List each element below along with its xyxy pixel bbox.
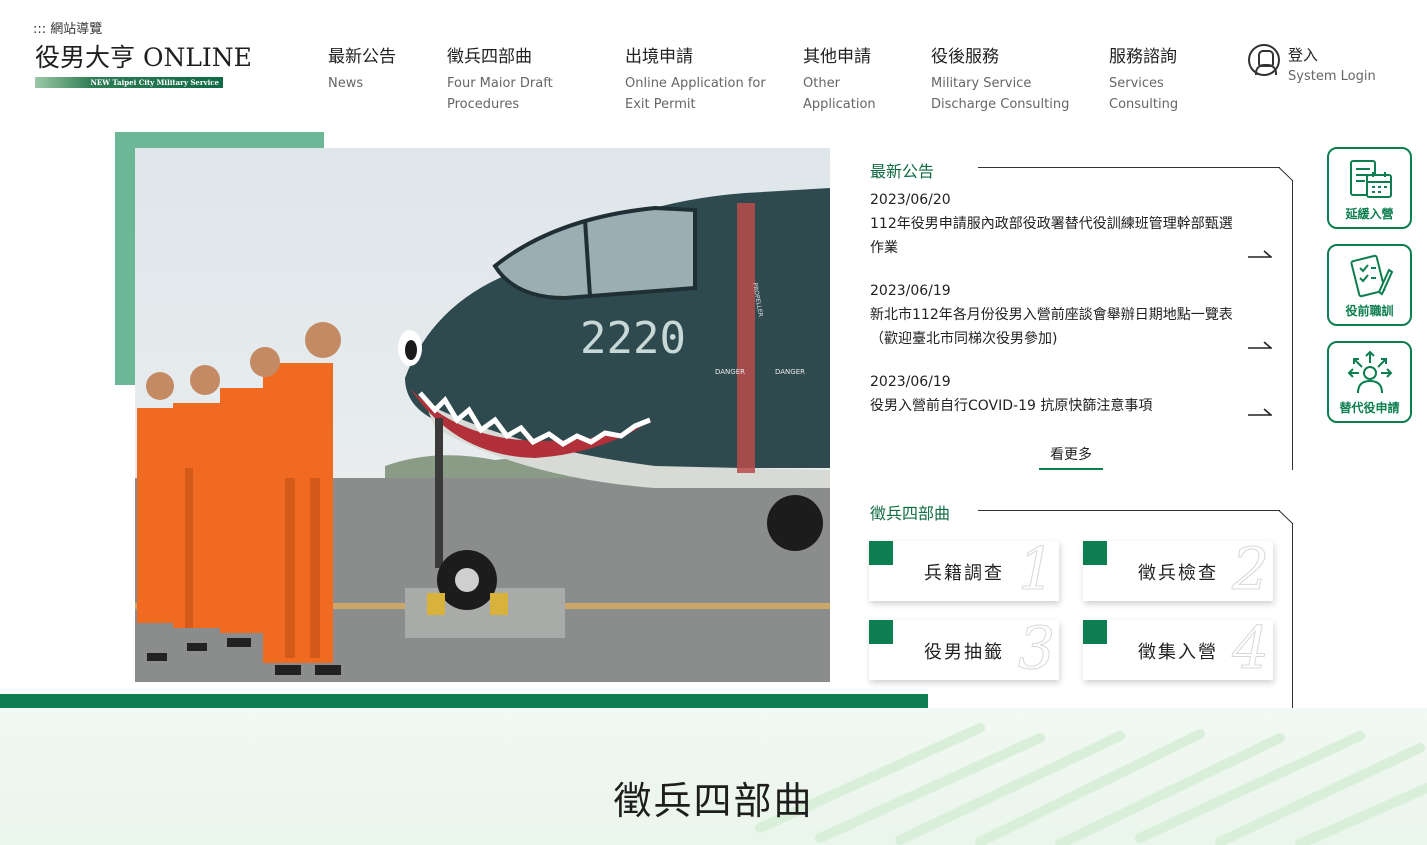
step-card-enlistment-survey[interactable]: 1 兵籍調查 bbox=[869, 535, 1059, 603]
user-icon bbox=[1248, 44, 1280, 76]
nav-label: 最新公告 bbox=[328, 47, 396, 67]
steps-panel-side-line bbox=[1292, 523, 1293, 709]
logo-subtitle: NEW Taipei City Military Service bbox=[35, 77, 223, 88]
step-number: 3 bbox=[1018, 614, 1056, 682]
news-panel-corner bbox=[1279, 167, 1293, 181]
quick-link-defer-enlistment[interactable]: 延緩入營 bbox=[1327, 147, 1412, 229]
nav-item-discharge-service[interactable]: 役後服務 Military Service Discharge Consulti… bbox=[931, 42, 1076, 115]
section-heading-draft-procedures: 徵兵四部曲 bbox=[613, 779, 814, 823]
login-label: 登入 bbox=[1288, 46, 1319, 64]
nav-sublabel: Four Maior Draft Procedures bbox=[447, 76, 553, 112]
hero-photo: 2220 DANGER DANGER PROPELLER bbox=[135, 148, 830, 682]
step-number: 2 bbox=[1232, 535, 1270, 603]
checklist-pen-icon bbox=[1349, 254, 1393, 298]
news-item[interactable]: 2023/06/19 新北市112年各月份役男入營前座談會舉辦日期地點一覽表（歡… bbox=[870, 283, 1280, 351]
news-panel-side-line bbox=[1292, 180, 1293, 470]
nav-label: 徵兵四部曲 bbox=[447, 47, 532, 67]
quick-link-label: 替代役申請 bbox=[1339, 401, 1400, 415]
steps-panel-corner bbox=[1279, 510, 1293, 524]
nav-sublabel: Services Consulting bbox=[1109, 76, 1179, 112]
news-date: 2023/06/19 bbox=[870, 374, 951, 390]
plane-number: 2220 bbox=[580, 313, 686, 364]
arrow-right-icon bbox=[1248, 341, 1272, 349]
plane-danger-mark: DANGER bbox=[715, 368, 745, 376]
step-label: 役男抽籤 bbox=[924, 642, 1004, 663]
news-title: 112年役男申請服內政部役政署替代役訓練班管理幹部甄選作業 bbox=[870, 216, 1233, 256]
nav-item-services-consulting[interactable]: 服務諮詢 Services Consulting bbox=[1109, 42, 1199, 115]
nav-label: 其他申請 bbox=[803, 47, 871, 67]
nav-label: 役後服務 bbox=[931, 47, 999, 67]
arrow-right-icon bbox=[1248, 408, 1272, 416]
step-marker bbox=[869, 620, 893, 644]
login-sublabel: System Login bbox=[1288, 69, 1376, 84]
quick-link-pre-service-training[interactable]: 役前職訓 bbox=[1327, 244, 1412, 326]
login-button[interactable]: 登入 System Login bbox=[1248, 44, 1376, 84]
news-date: 2023/06/20 bbox=[870, 192, 951, 208]
step-card-physical-exam[interactable]: 2 徵兵檢查 bbox=[1083, 535, 1273, 603]
nav-item-draft-procedures[interactable]: 徵兵四部曲 Four Maior Draft Procedures bbox=[447, 42, 577, 115]
step-marker bbox=[1083, 541, 1107, 565]
nav-sublabel: Online Application for Exit Permit bbox=[625, 76, 766, 112]
nav-sublabel: Military Service Discharge Consulting bbox=[931, 76, 1070, 112]
calendar-document-icon bbox=[1349, 160, 1392, 198]
news-item[interactable]: 2023/06/19 役男入營前自行COVID-19 抗原快篩注意事項 bbox=[870, 374, 1280, 418]
news-panel-top-line bbox=[978, 167, 1280, 168]
step-card-enlistment[interactable]: 4 徵集入營 bbox=[1083, 614, 1273, 682]
nav-sublabel: News bbox=[328, 76, 364, 91]
nav-item-news[interactable]: 最新公告 News bbox=[328, 42, 418, 94]
quick-link-label: 延緩入營 bbox=[1345, 207, 1394, 221]
site-logo[interactable]: 役男大亨 ONLINE NEW Taipei City Military Ser… bbox=[35, 38, 252, 88]
step-label: 兵籍調查 bbox=[924, 563, 1004, 584]
step-label: 徵兵檢查 bbox=[1138, 563, 1218, 584]
nav-label: 服務諮詢 bbox=[1109, 47, 1177, 67]
steps-panel-top-line bbox=[978, 510, 1280, 511]
logo-text: 役男大亨 ONLINE bbox=[35, 43, 252, 72]
nav-item-exit-permit[interactable]: 出境申請 Online Application for Exit Permit bbox=[625, 42, 780, 115]
news-item[interactable]: 2023/06/20 112年役男申請服內政部役政署替代役訓練班管理幹部甄選作業 bbox=[870, 192, 1280, 260]
hero-bottom-bar bbox=[0, 694, 928, 708]
more-news-link[interactable]: 看更多 bbox=[1039, 444, 1103, 470]
step-label: 徵集入營 bbox=[1138, 642, 1218, 663]
news-title: 役男入營前自行COVID-19 抗原快篩注意事項 bbox=[870, 398, 1153, 414]
person-arrows-icon bbox=[1347, 350, 1392, 394]
news-date: 2023/06/19 bbox=[870, 283, 951, 299]
nav-item-other-application[interactable]: 其他申請 Other Application bbox=[803, 42, 893, 115]
sitemap-link[interactable]: ::: 網站導覽 bbox=[33, 18, 102, 37]
nav-label: 出境申請 bbox=[625, 47, 693, 67]
news-title: 新北市112年各月份役男入營前座談會舉辦日期地點一覽表（歡迎臺北市同梯次役男參加… bbox=[870, 307, 1233, 347]
plane-danger-mark: DANGER bbox=[775, 368, 805, 376]
steps-section-title: 徵兵四部曲 bbox=[870, 504, 951, 523]
news-section-title: 最新公告 bbox=[870, 162, 935, 181]
step-number: 1 bbox=[1018, 535, 1056, 603]
step-card-draft-lottery[interactable]: 3 役男抽籤 bbox=[869, 614, 1059, 682]
arrow-right-icon bbox=[1248, 250, 1272, 258]
nav-sublabel: Other Application bbox=[803, 76, 876, 112]
step-number: 4 bbox=[1232, 614, 1270, 682]
quick-link-label: 役前職訓 bbox=[1345, 304, 1394, 318]
step-marker bbox=[1083, 620, 1107, 644]
quick-link-alternative-service[interactable]: 替代役申請 bbox=[1327, 341, 1412, 423]
step-marker bbox=[869, 541, 893, 565]
